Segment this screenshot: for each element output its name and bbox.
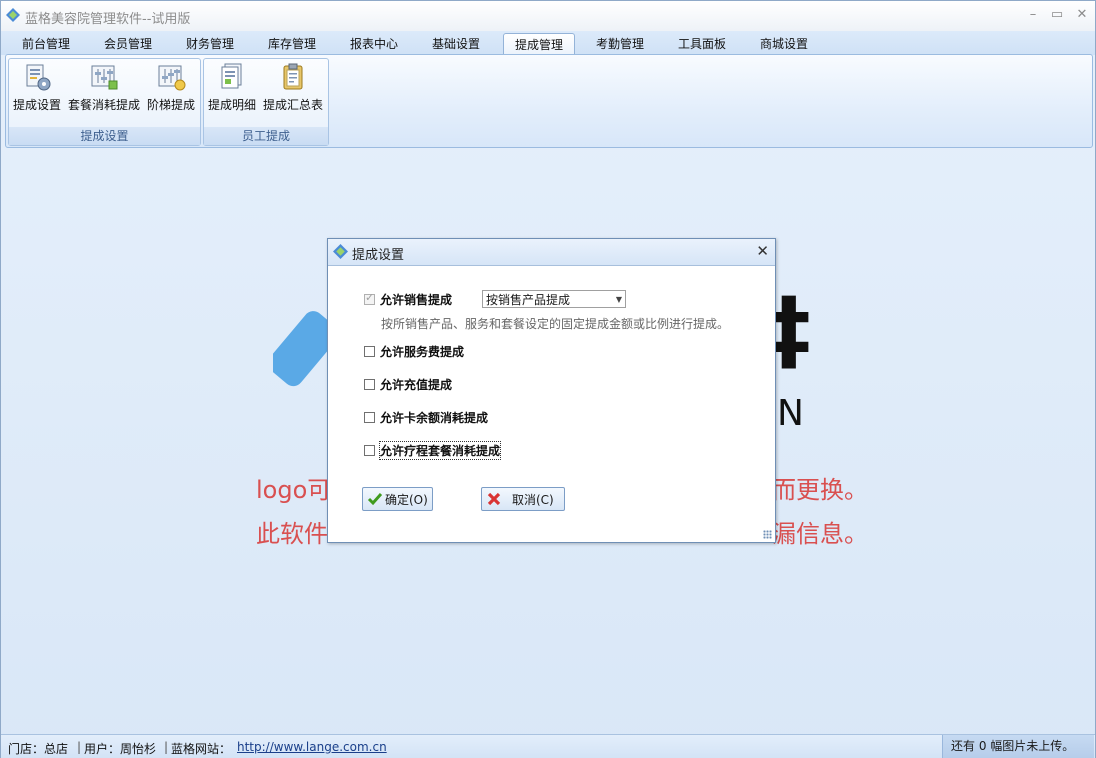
website-link[interactable]: http://www.lange.com.cn	[237, 740, 387, 754]
commission-detail-label: 提成明细	[207, 98, 256, 112]
package-consumption-commission-label: 套餐消耗提成	[67, 98, 140, 112]
tab-reports[interactable]: 报表中心	[341, 33, 407, 55]
dialog-close-button[interactable]: ✕	[756, 242, 769, 260]
tiered-commission-button[interactable]: 阶梯提成	[145, 62, 197, 113]
tiered-sliders-icon	[158, 65, 186, 91]
commission-settings-label: 提成设置	[12, 98, 61, 112]
ok-button[interactable]: 确定(O)	[362, 487, 433, 511]
commission-detail-button[interactable]: 提成明细	[206, 62, 258, 113]
sales-commission-hint: 按所销售产品、服务和套餐设定的固定提成金额或比例进行提成。	[381, 317, 730, 331]
settings-document-icon	[26, 64, 51, 91]
tab-basic-settings[interactable]: 基础设置	[423, 33, 489, 55]
allow-card-balance-commission-checkbox[interactable]	[364, 412, 375, 423]
dialog-app-icon	[333, 244, 348, 259]
allow-sales-commission-checkbox[interactable]	[364, 291, 375, 305]
upload-status-text: 还有 0 幅图片未上传。	[951, 739, 1075, 753]
clipboard-icon	[283, 63, 303, 90]
group-label: 提成设置	[9, 127, 200, 145]
app-logo-icon	[6, 8, 20, 22]
commission-settings-button[interactable]: 提成设置	[11, 62, 63, 113]
tab-mall-settings[interactable]: 商城设置	[751, 33, 817, 55]
dialog-title-bar[interactable]: 提成设置 ✕	[328, 239, 775, 266]
cancel-button[interactable]: 取消(C)	[481, 487, 565, 511]
watermark-text-line1-left: logo可	[256, 476, 332, 504]
tab-members[interactable]: 会员管理	[95, 33, 161, 55]
tiered-commission-label: 阶梯提成	[146, 98, 195, 112]
allow-course-package-commission-checkbox[interactable]	[364, 445, 375, 456]
commission-settings-dialog: 提成设置 ✕ 允许销售提成 按销售产品提成 ▼ 按所销售产品、服务和套餐设定的固…	[327, 238, 776, 543]
sales-commission-mode-value: 按销售产品提成	[486, 293, 571, 307]
tab-finance[interactable]: 财务管理	[177, 33, 243, 55]
close-window-button[interactable]: ✕	[1071, 6, 1093, 24]
resize-grip-icon[interactable]	[763, 530, 772, 539]
tab-attendance[interactable]: 考勤管理	[587, 33, 653, 55]
package-consumption-commission-button[interactable]: 套餐消耗提成	[67, 62, 141, 113]
watermark-text-line1-right: 而更换。	[772, 476, 868, 504]
website-label: 蓝格网站：	[171, 742, 232, 756]
document-list-icon	[221, 63, 242, 89]
allow-recharge-commission-checkbox[interactable]	[364, 379, 375, 390]
main-window: 蓝格美容院管理软件--试用版 – ▭ ✕ 前台管理 会员管理 财务管理 库存管理…	[0, 0, 1096, 758]
sliders-icon	[91, 65, 118, 90]
user-status: 用户：周怡杉	[84, 742, 157, 756]
tab-commission[interactable]: 提成管理	[503, 33, 575, 56]
tab-inventory[interactable]: 库存管理	[259, 33, 325, 55]
maximize-button[interactable]: ▭	[1046, 6, 1068, 24]
checkmark-icon	[367, 493, 383, 506]
cancel-button-label: 取消(C)	[512, 493, 554, 507]
chevron-down-icon: ▼	[615, 295, 622, 304]
minimize-button[interactable]: –	[1022, 6, 1044, 24]
upload-status: 还有 0 幅图片未上传。	[942, 735, 1094, 758]
title-bar: 蓝格美容院管理软件--试用版 – ▭ ✕	[1, 1, 1095, 31]
ok-button-label: 确定(O)	[385, 493, 428, 507]
tab-tools[interactable]: 工具面板	[669, 33, 735, 55]
allow-sales-commission-label: 允许销售提成	[380, 293, 453, 307]
sales-commission-mode-select[interactable]: 按销售产品提成 ▼	[482, 290, 626, 308]
group-label: 员工提成	[204, 127, 328, 145]
allow-service-fee-commission-checkbox[interactable]	[364, 346, 375, 357]
allow-card-balance-commission-label: 允许卡余额消耗提成	[380, 411, 489, 425]
red-x-icon	[487, 492, 501, 506]
window-title: 蓝格美容院管理软件--试用版	[25, 12, 191, 27]
commission-summary-button[interactable]: 提成汇总表	[261, 62, 325, 113]
dialog-title: 提成设置	[352, 248, 405, 263]
store-status: 门店：总店	[8, 742, 69, 756]
watermark-letter: N	[777, 393, 804, 434]
allow-recharge-commission-label: 允许充值提成	[380, 378, 453, 392]
allow-service-fee-commission-label: 允许服务费提成	[380, 345, 465, 359]
allow-course-package-commission-label: 允许疗程套餐消耗提成	[378, 441, 502, 460]
tab-front-desk[interactable]: 前台管理	[13, 33, 79, 55]
status-bar: 门店：总店 | 用户：周怡杉 | 蓝格网站： http://www.lange.…	[1, 734, 1095, 758]
commission-summary-label: 提成汇总表	[262, 98, 323, 112]
watermark-text-line2-right: 漏信息。	[772, 520, 868, 548]
watermark-text-line2-left: 此软件	[256, 520, 328, 548]
